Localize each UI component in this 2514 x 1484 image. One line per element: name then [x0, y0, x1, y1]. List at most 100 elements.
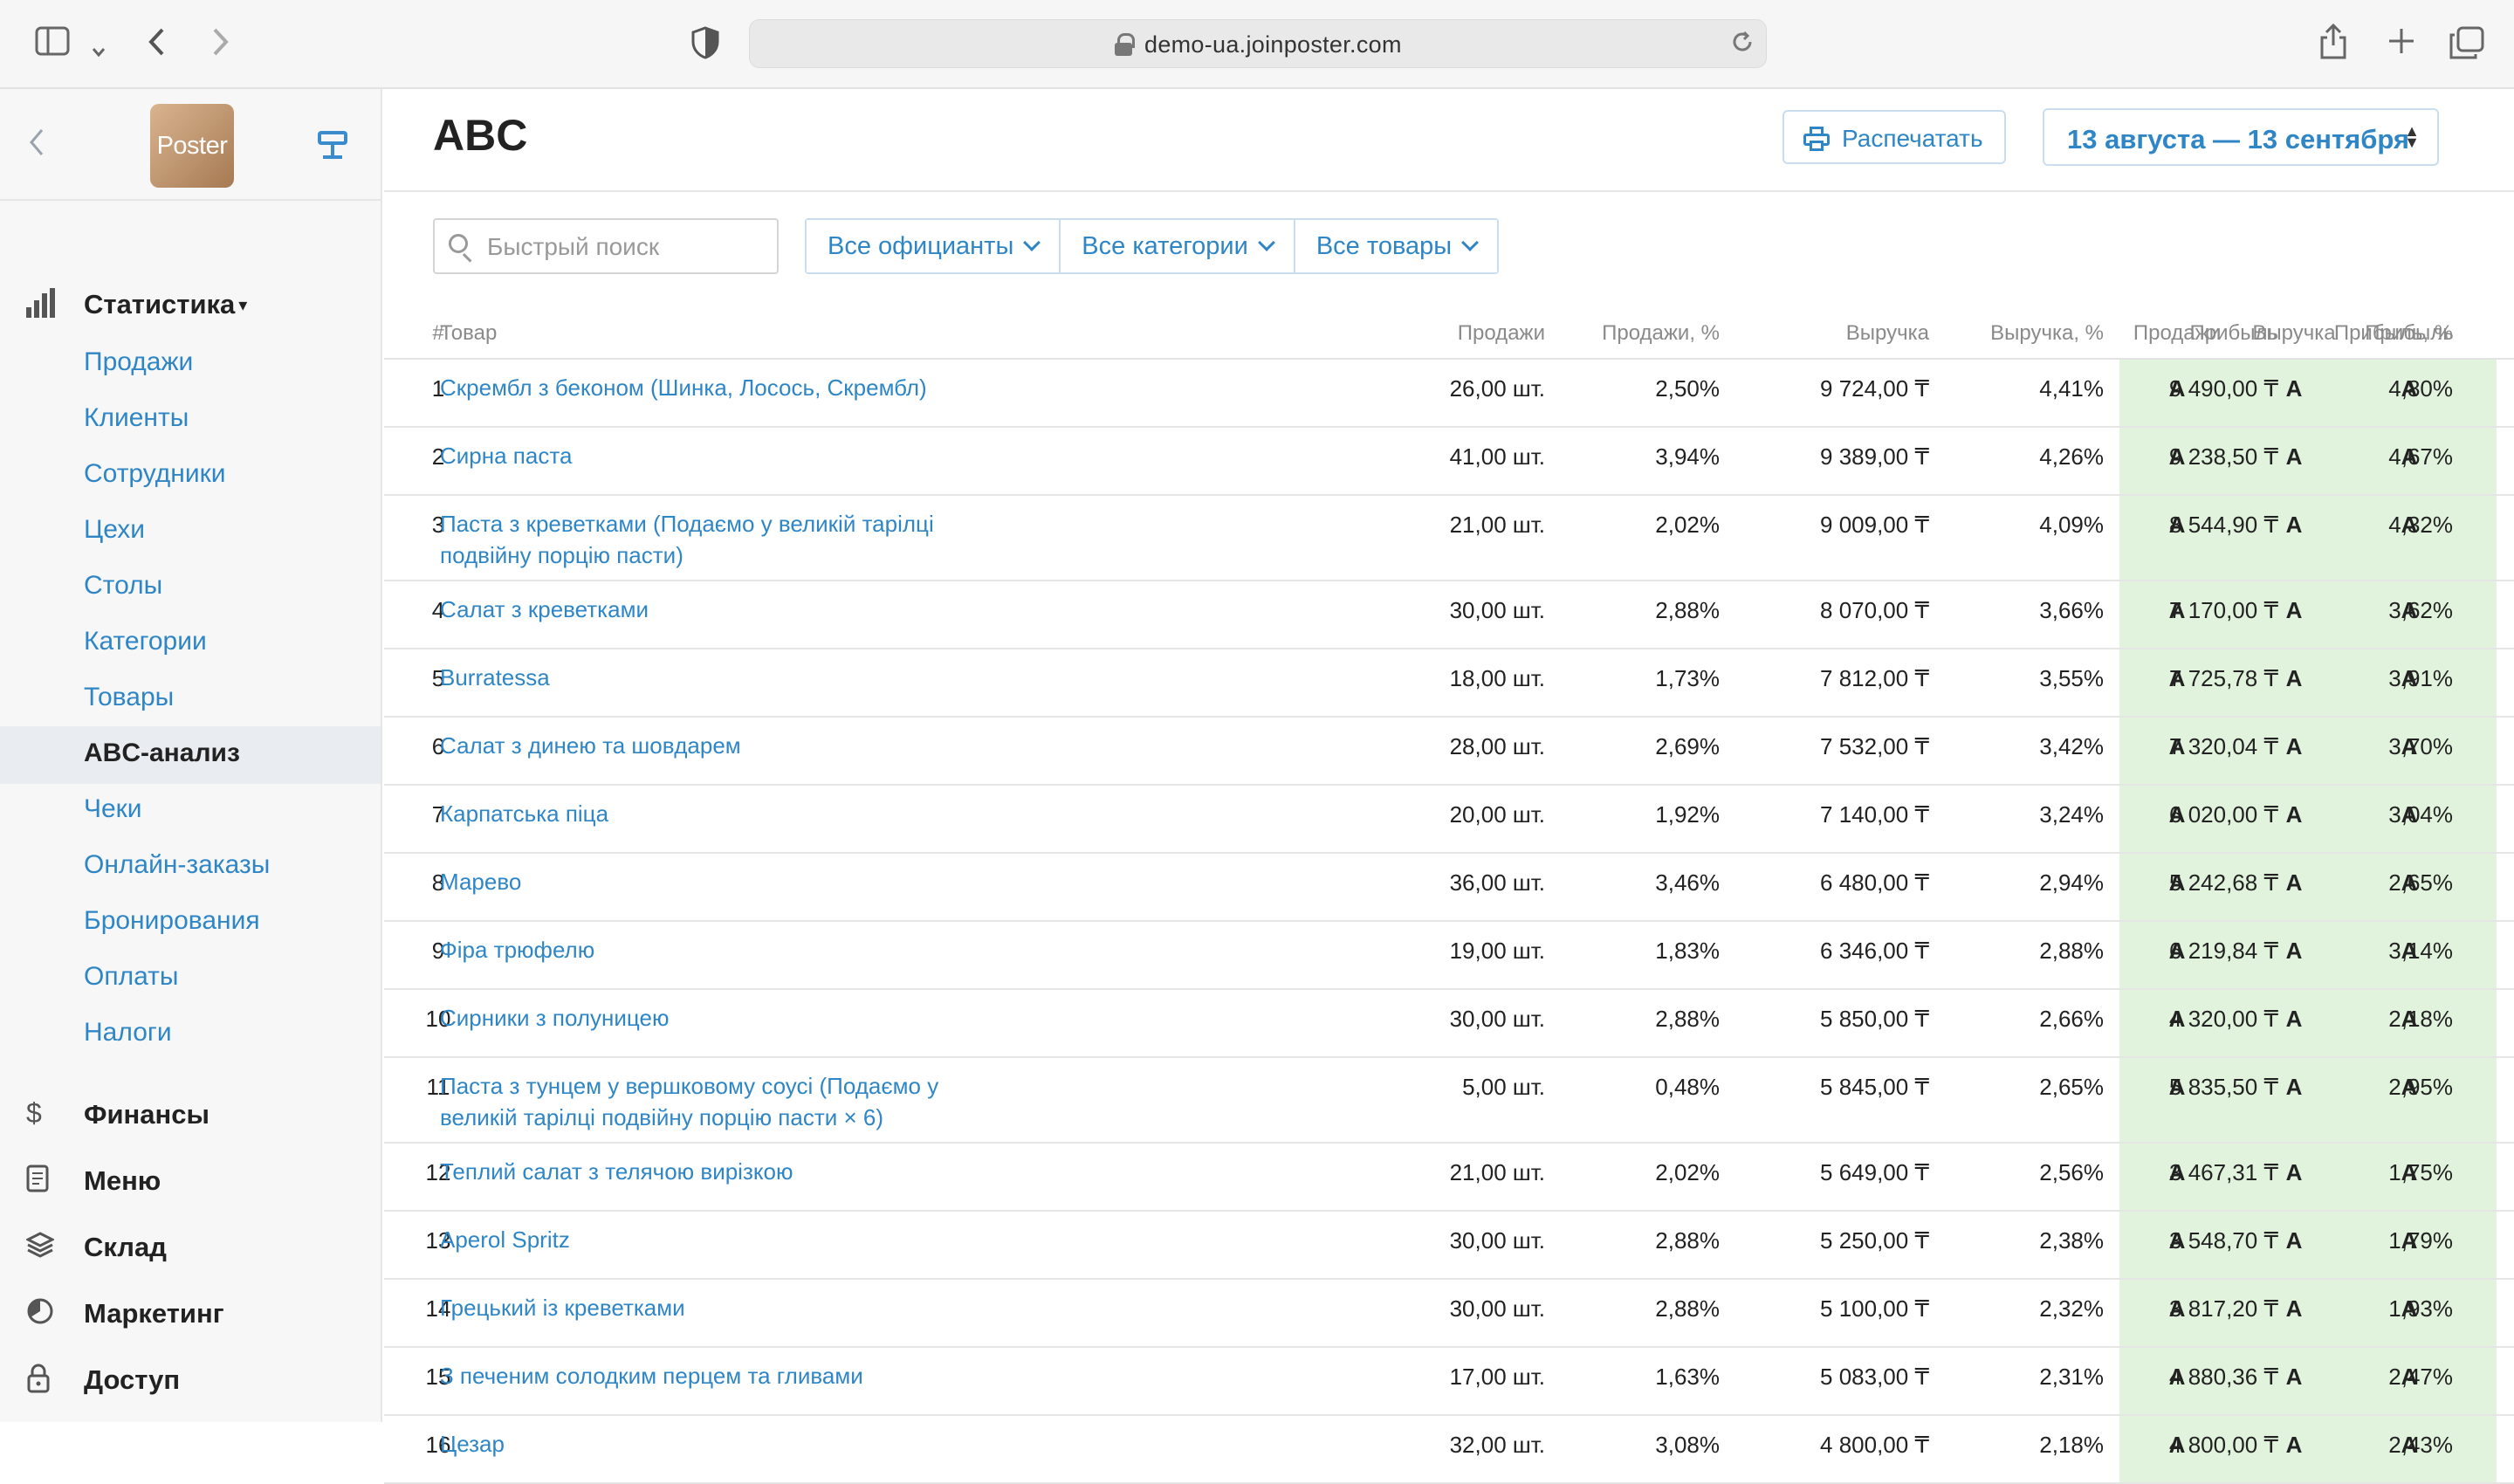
- cell-product-name[interactable]: З печеним солодким перцем та гливами: [440, 1360, 972, 1391]
- cell-product-name[interactable]: Карпатська піца: [440, 798, 972, 829]
- sidebar-item-products[interactable]: Товары: [0, 670, 381, 726]
- column-header-sales-pct[interactable]: Продажи, %: [1602, 321, 1720, 346]
- cell-sales-pct: 1,73%: [1655, 665, 1720, 691]
- cell-abc-revenue: A: [2285, 1432, 2303, 1458]
- cell-product-name[interactable]: Теплий салат з телячою вирізкою: [440, 1156, 972, 1187]
- cell-abc-sales: A: [2168, 733, 2186, 759]
- cell-abc-profit: A: [2401, 1432, 2418, 1458]
- date-range-picker[interactable]: 13 августа — 13 сентября ▲ ▼: [2043, 108, 2439, 166]
- sidebar-section-menu[interactable]: Меню: [0, 1154, 381, 1206]
- column-header-abc-profit[interactable]: Прибыль: [2357, 321, 2462, 346]
- search-input[interactable]: [487, 230, 766, 264]
- sidebar-item-sales[interactable]: Продажи: [0, 335, 381, 391]
- column-header-sales-qty[interactable]: Продажи: [1458, 321, 1545, 346]
- cell-product-name[interactable]: Сирна паста: [440, 440, 972, 471]
- cell-sales-qty: 30,00 шт.: [1449, 1295, 1545, 1322]
- cell-abc-profit: A: [2401, 1295, 2418, 1322]
- filter-categories-dropdown[interactable]: Все категории: [1061, 220, 1295, 272]
- forward-icon[interactable]: [210, 26, 230, 64]
- cell-sales-pct: 1,92%: [1655, 801, 1720, 828]
- sidebar-section-marketing[interactable]: Маркетинг: [0, 1287, 381, 1339]
- sidebar-section-statistics[interactable]: Статистика ▾: [0, 278, 381, 330]
- table-row: 16 Цезар 32,00 шт. 3,08% 4 800,00 ₸ 2,18% 4 80…: [384, 1416, 2514, 1484]
- sidebar-item-reservations[interactable]: Бронирования: [0, 894, 381, 950]
- cell-revenue-pct: 2,66%: [2039, 1006, 2104, 1032]
- bar-chart-icon: [26, 288, 56, 318]
- sidebar-item-label: Цехи: [84, 515, 145, 544]
- cell-product-name[interactable]: Burratessa: [440, 662, 972, 693]
- table-row: 14 Грецький із креветками 30,00 шт. 2,88% 5 …: [384, 1280, 2514, 1348]
- table-row: 1 Скрембл з беконом (Шинка, Лосось, Скрем…: [384, 360, 2514, 428]
- pos-terminal-icon[interactable]: [318, 131, 347, 162]
- sidebar-item-online-orders[interactable]: Онлайн-заказы: [0, 838, 381, 894]
- cell-product-name[interactable]: Цезар: [440, 1428, 972, 1460]
- cell-product-name[interactable]: Паста з креветками (Подаємо у великій та…: [440, 508, 972, 571]
- sidebar-item-workshops[interactable]: Цехи: [0, 503, 381, 559]
- poster-logo[interactable]: Poster: [150, 104, 234, 188]
- back-icon[interactable]: [147, 26, 168, 64]
- printer-icon: [1803, 127, 1830, 151]
- cell-abc-revenue: A: [2285, 733, 2303, 759]
- cell-abc-sales: A: [2168, 665, 2186, 691]
- cell-product-name[interactable]: Сирники з полуницею: [440, 1002, 972, 1034]
- cell-product-name[interactable]: Aperol Spritz: [440, 1224, 972, 1255]
- filter-waiters-dropdown[interactable]: Все официанты: [807, 220, 1061, 272]
- sidebar-item-tables[interactable]: Столы: [0, 559, 381, 615]
- sidebar-item-payments[interactable]: Оплаты: [0, 950, 381, 1006]
- table-row: 10 Сирники з полуницею 30,00 шт. 2,88% 5 850…: [384, 990, 2514, 1058]
- cell-product-name[interactable]: Паста з тунцем у вершковому соусі (Подає…: [440, 1070, 972, 1133]
- sidebar-item-receipts[interactable]: Чеки: [0, 782, 381, 838]
- column-header-abc-revenue[interactable]: Выручка: [2242, 321, 2346, 346]
- cell-sales-pct: 2,02%: [1655, 512, 1720, 538]
- cell-revenue: 7 812,00 ₸: [1820, 665, 1929, 691]
- cell-abc-sales: A: [2168, 1159, 2186, 1185]
- cell-sales-pct: 2,88%: [1655, 1295, 1720, 1322]
- column-header-product-name[interactable]: Товар: [440, 321, 497, 346]
- quick-search[interactable]: [433, 218, 779, 274]
- sidebar-toggle-icon[interactable]: [35, 26, 70, 62]
- share-icon[interactable]: [2318, 23, 2348, 65]
- sidebar-item-label: Онлайн-заказы: [84, 850, 271, 879]
- print-button[interactable]: Распечатать: [1782, 110, 2006, 164]
- cell-product-name[interactable]: Скрембл з беконом (Шинка, Лосось, Скремб…: [440, 372, 972, 403]
- cell-product-name[interactable]: Марево: [440, 866, 972, 897]
- reload-icon[interactable]: [1729, 29, 1755, 62]
- address-bar[interactable]: demo-ua.joinposter.com: [749, 19, 1767, 68]
- privacy-shield-icon[interactable]: [691, 26, 719, 65]
- sidebar-item-categories[interactable]: Категории: [0, 615, 381, 670]
- cell-revenue: 5 845,00 ₸: [1820, 1074, 1929, 1100]
- sidebar-item-taxes[interactable]: Налоги: [0, 1006, 381, 1061]
- column-header-revenue[interactable]: Выручка: [1846, 321, 1929, 346]
- table-row: 2 Сирна паста 41,00 шт. 3,94% 9 389,00 ₸ 4,26…: [384, 428, 2514, 496]
- cell-revenue: 7 140,00 ₸: [1820, 801, 1929, 828]
- sidebar-section-finance[interactable]: $ Финансы: [0, 1088, 381, 1140]
- cell-product-name[interactable]: Салат з креветками: [440, 594, 972, 625]
- cell-abc-profit: A: [2401, 1364, 2418, 1390]
- sidebar-section-access[interactable]: Доступ: [0, 1353, 381, 1405]
- filter-products-dropdown[interactable]: Все товары: [1295, 220, 1498, 272]
- sidebar-item-label: Столы: [84, 571, 163, 600]
- column-header-revenue-pct[interactable]: Выручка, %: [1990, 321, 2104, 346]
- dropdown-label: Все официанты: [828, 231, 1014, 260]
- sidebar-section-warehouse[interactable]: Склад: [0, 1220, 381, 1273]
- cell-abc-revenue: A: [2285, 1159, 2303, 1185]
- cell-product-name[interactable]: Грецький із креветками: [440, 1292, 972, 1323]
- cell-abc-profit: A: [2401, 512, 2418, 538]
- cell-abc-revenue: A: [2285, 512, 2303, 538]
- chevron-down-icon[interactable]: [91, 31, 106, 65]
- tabs-overview-icon[interactable]: [2449, 26, 2484, 65]
- cell-product-name[interactable]: Салат з динею та шовдарем: [440, 730, 972, 761]
- table-row: 4 Салат з креветками 30,00 шт. 2,88% 8 070,0…: [384, 581, 2514, 649]
- cell-sales-pct: 2,50%: [1655, 375, 1720, 402]
- sidebar-item-clients[interactable]: Клиенты: [0, 391, 381, 447]
- sidebar-item-employees[interactable]: Сотрудники: [0, 447, 381, 503]
- sidebar-item-abc-analysis[interactable]: ABC-анализ: [0, 726, 381, 784]
- cell-sales-pct: 0,48%: [1655, 1074, 1720, 1100]
- column-header-abc-sales[interactable]: Продажи: [2125, 321, 2229, 346]
- cell-sales-pct: 1,63%: [1655, 1364, 1720, 1390]
- sidebar-item-label: Чеки: [84, 794, 142, 823]
- collapse-sidebar-icon[interactable]: [28, 124, 45, 166]
- new-tab-icon[interactable]: [2387, 26, 2416, 62]
- sidebar: Poster Статистика ▾ Продажи Клиенты Сотру…: [0, 89, 382, 1422]
- cell-product-name[interactable]: Фіра трюфелю: [440, 934, 972, 965]
